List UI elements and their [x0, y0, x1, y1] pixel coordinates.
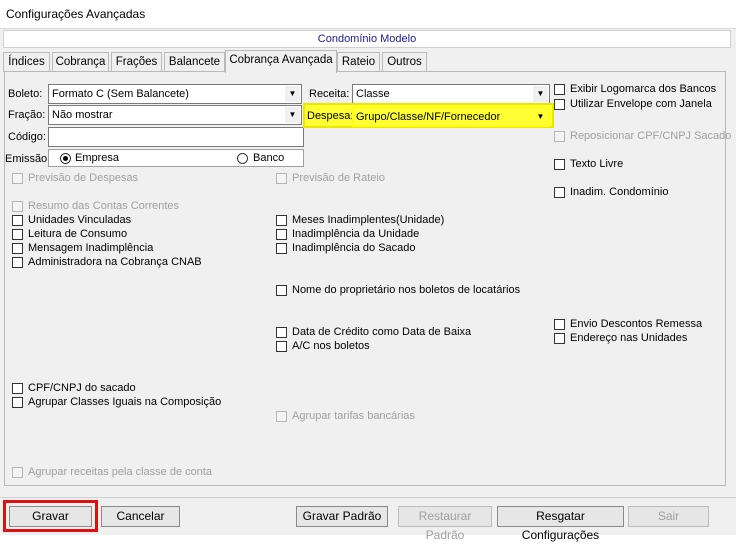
meses-inadimplentes-checkbox[interactable] — [276, 215, 287, 226]
utilizar-envelope-label: Utilizar Envelope com Janela — [570, 98, 712, 110]
sair-button[interactable]: Sair — [628, 506, 709, 527]
unidades-vinculadas-label: Unidades Vinculadas — [28, 214, 132, 226]
envio-descontos-label: Envio Descontos Remessa — [570, 318, 703, 330]
tab-indices[interactable]: Índices — [3, 52, 50, 72]
texto-livre-checkbox[interactable] — [554, 159, 565, 170]
agrupar-classes-checkbox[interactable] — [12, 397, 23, 408]
leitura-consumo-checkbox[interactable] — [12, 229, 23, 240]
tab-fracoes[interactable]: Frações — [111, 52, 162, 72]
tab-cobranca-avancada[interactable]: Cobrança Avançada — [225, 50, 337, 73]
endereco-unidades-label: Endereço nas Unidades — [570, 332, 688, 344]
chevron-down-icon: ▼ — [285, 86, 300, 102]
inadimplencia-sacado-label: Inadimplência do Sacado — [292, 242, 416, 254]
previsao-despesas-label: Previsão de Despesas — [28, 172, 139, 184]
agrupar-receitas-label: Agrupar receitas pela classe de conta — [28, 466, 213, 478]
emissao-banco-label: Banco — [253, 152, 285, 164]
despesa-select-value: Grupo/Classe/NF/Fornecedor — [356, 111, 501, 123]
emissao-radio-group: Empresa Banco — [48, 149, 304, 167]
mensagem-inadimplencia-checkbox[interactable] — [12, 243, 23, 254]
codigo-label: Código: — [8, 131, 46, 143]
receita-label: Receita: — [309, 88, 350, 100]
tab-rateio[interactable]: Rateio — [337, 52, 380, 72]
tab-cobranca[interactable]: Cobrança — [52, 52, 109, 72]
resumo-contas-checkbox[interactable] — [12, 201, 23, 212]
tab-outros[interactable]: Outros — [382, 52, 427, 72]
despesa-label: Despesa: — [307, 110, 354, 122]
gravar-button[interactable]: Gravar — [9, 506, 92, 527]
administradora-cnab-label: Administradora na Cobrança CNAB — [28, 256, 202, 268]
previsao-despesas-checkbox[interactable] — [12, 173, 23, 184]
administradora-cnab-checkbox[interactable] — [12, 257, 23, 268]
envio-descontos-checkbox[interactable] — [554, 319, 565, 330]
data-credito-label: Data de Crédito como Data de Baixa — [292, 326, 472, 338]
chevron-down-icon: ▼ — [533, 109, 548, 125]
receita-select[interactable]: Classe ▼ — [352, 84, 550, 104]
ac-boletos-label: A/C nos boletos — [292, 340, 370, 352]
previsao-rateio-label: Previsão de Rateio — [292, 172, 385, 184]
fracao-select-value: Não mostrar — [52, 109, 113, 121]
resumo-contas-label: Resumo das Contas Correntes — [28, 200, 180, 212]
inadimplencia-sacado-checkbox[interactable] — [276, 243, 287, 254]
emissao-banco-radio[interactable] — [237, 153, 248, 164]
resgatar-configuracoes-button[interactable]: Resgatar Configurações — [497, 506, 624, 542]
previsao-rateio-checkbox[interactable] — [276, 173, 287, 184]
exibir-logomarca-checkbox[interactable] — [554, 84, 565, 95]
reposicionar-cpf-checkbox[interactable] — [554, 131, 565, 142]
texto-livre-label: Texto Livre — [570, 158, 624, 170]
utilizar-envelope-checkbox[interactable] — [554, 99, 565, 110]
data-credito-checkbox[interactable] — [276, 327, 287, 338]
inadim-condominio-label: Inadim. Condomínio — [570, 186, 669, 198]
emissao-label: Emissão: — [5, 153, 51, 165]
inadimplencia-unidade-label: Inadimplência da Unidade — [292, 228, 420, 240]
emissao-empresa-label: Empresa — [75, 152, 120, 164]
window-title: Configurações Avançadas — [0, 0, 736, 28]
endereco-unidades-checkbox[interactable] — [554, 333, 565, 344]
restaurar-padrao-button[interactable]: Restaurar Padrão — [398, 506, 492, 542]
boleto-select-value: Formato C (Sem Balancete) — [52, 88, 189, 100]
mensagem-inadimplencia-label: Mensagem Inadimplência — [28, 242, 154, 254]
codigo-input[interactable] — [48, 127, 304, 147]
inadim-condominio-checkbox[interactable] — [554, 187, 565, 198]
chevron-down-icon: ▼ — [533, 86, 548, 102]
tab-balancete[interactable]: Balancete — [164, 52, 225, 72]
meses-inadimplentes-label: Meses Inadimplentes(Unidade) — [292, 214, 445, 226]
cpf-cnpj-sacado-checkbox[interactable] — [12, 383, 23, 394]
agrupar-classes-label: Agrupar Classes Iguais na Composição — [28, 396, 222, 408]
fracao-select[interactable]: Não mostrar ▼ — [48, 105, 302, 125]
agrupar-tarifas-checkbox[interactable] — [276, 411, 287, 422]
agrupar-tarifas-label: Agrupar tarifas bancárias — [292, 410, 415, 422]
leitura-consumo-label: Leitura de Consumo — [28, 228, 128, 240]
reposicionar-cpf-label: Reposicionar CPF/CNPJ Sacado — [570, 130, 732, 142]
agrupar-receitas-checkbox[interactable] — [12, 467, 23, 478]
nome-proprietario-checkbox[interactable] — [276, 285, 287, 296]
fracao-label: Fração: — [8, 109, 46, 121]
despesa-select[interactable]: Grupo/Classe/NF/Fornecedor ▼ — [352, 107, 550, 127]
boleto-label: Boleto: — [8, 88, 43, 100]
inadimplencia-unidade-checkbox[interactable] — [276, 229, 287, 240]
cancelar-button[interactable]: Cancelar — [101, 506, 180, 527]
unidades-vinculadas-checkbox[interactable] — [12, 215, 23, 226]
cpf-cnpj-sacado-label: CPF/CNPJ do sacado — [28, 382, 136, 394]
chevron-down-icon: ▼ — [285, 107, 300, 123]
nome-proprietario-label: Nome do proprietário nos boletos de loca… — [292, 284, 521, 296]
receita-select-value: Classe — [356, 88, 390, 100]
exibir-logomarca-label: Exibir Logomarca dos Bancos — [570, 83, 717, 95]
boleto-select[interactable]: Formato C (Sem Balancete) ▼ — [48, 84, 302, 104]
emissao-empresa-radio[interactable] — [60, 153, 71, 164]
gravar-padrao-button[interactable]: Gravar Padrão — [296, 506, 388, 527]
ac-boletos-checkbox[interactable] — [276, 341, 287, 352]
condominio-header: Condomínio Modelo — [3, 30, 731, 48]
button-bar-separator — [0, 497, 736, 498]
